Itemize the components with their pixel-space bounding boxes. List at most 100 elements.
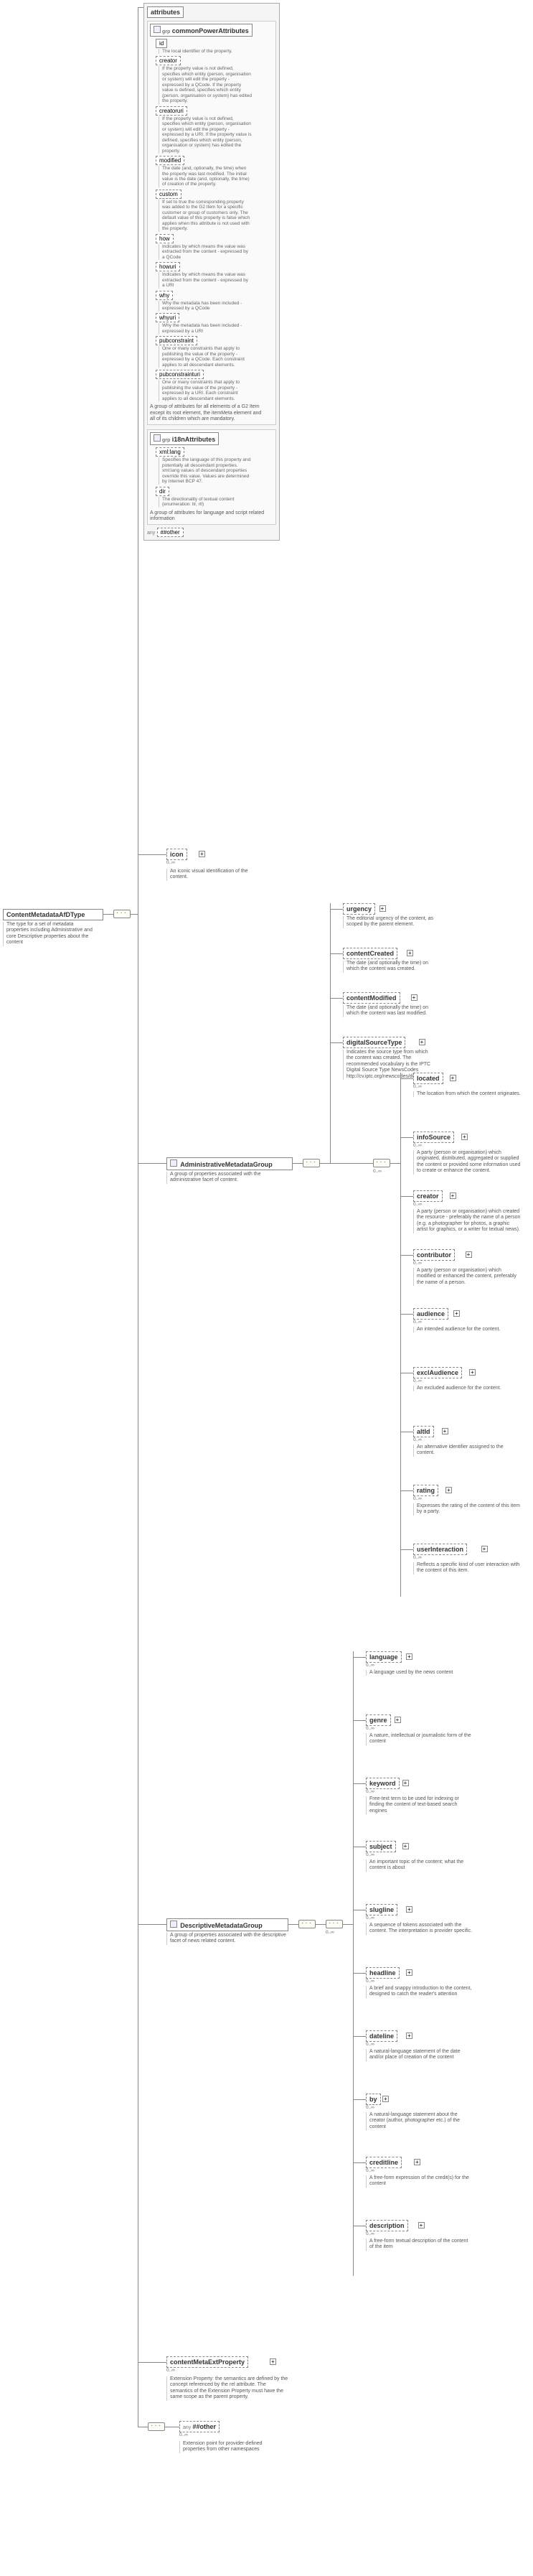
item-range: 0..∞ xyxy=(366,1789,374,1794)
expand-icon[interactable]: + xyxy=(442,1428,448,1434)
attr-desc: One or many constraints that apply to pu… xyxy=(159,346,252,368)
expand-icon[interactable]: + xyxy=(466,1251,472,1258)
wire xyxy=(400,1073,401,1597)
desc-item-genre: genre xyxy=(366,1714,391,1726)
desc-group-node: DescriptiveMetadataGroup xyxy=(166,1918,288,1931)
admin-group-node: AdministrativeMetadataGroup xyxy=(166,1157,293,1170)
admin-name: AdministrativeMetadataGroup xyxy=(180,1161,273,1168)
item-desc: Reflects a specific kind of user interac… xyxy=(413,1562,521,1574)
expand-icon[interactable]: + xyxy=(270,2358,276,2365)
group-icon xyxy=(170,1921,177,1928)
expand-icon[interactable]: + xyxy=(414,2159,420,2165)
expand-icon[interactable]: + xyxy=(450,1193,456,1199)
wire xyxy=(353,1651,354,2276)
seq-marker-desc xyxy=(298,1920,316,1928)
item-desc: A brief and snappy introduction to the c… xyxy=(366,1986,473,1998)
attr-xml:lang: xml:langSpecifies the language of this p… xyxy=(156,447,273,484)
desc-item-keyword: keyword xyxy=(366,1778,400,1789)
attr-creatoruri: creatoruriIf the property value is not d… xyxy=(156,106,273,154)
expand-icon[interactable]: + xyxy=(379,905,386,912)
expand-icon[interactable]: + xyxy=(406,1969,412,1976)
wire xyxy=(330,909,343,910)
wire xyxy=(353,1720,366,1721)
desc-item-slugline: slugline xyxy=(366,1904,397,1915)
attr-name: howuri xyxy=(156,262,180,271)
expand-icon[interactable]: + xyxy=(481,1546,488,1552)
wire xyxy=(320,1163,330,1164)
seq-marker-root xyxy=(113,910,131,918)
admin-item-digitalSourceType: digitalSourceType xyxy=(343,1037,405,1048)
desc-item-headline: headline xyxy=(366,1967,400,1979)
expand-icon[interactable]: + xyxy=(419,1039,425,1045)
admin-item-audience: audience xyxy=(413,1308,448,1320)
expand-icon[interactable]: + xyxy=(406,1906,412,1913)
expand-icon[interactable]: + xyxy=(453,1310,460,1317)
item-desc: A party (person or organisation) which o… xyxy=(413,1150,521,1175)
wire xyxy=(103,914,113,915)
desc2-range: 0..∞ xyxy=(326,1930,334,1935)
attr-desc: Indicates by which means the value was e… xyxy=(159,244,252,260)
item-name: contributor xyxy=(417,1251,451,1259)
attr-other: any ##other xyxy=(147,528,276,537)
expand-icon[interactable]: + xyxy=(445,1487,452,1493)
group-icon xyxy=(170,1159,177,1167)
ext-range: 0..∞ xyxy=(166,2368,175,2373)
item-name: exclAudience xyxy=(417,1369,458,1376)
desc-item-description: description xyxy=(366,2220,408,2231)
expand-icon[interactable]: + xyxy=(395,1717,401,1723)
wire xyxy=(353,2099,366,2100)
expand-icon[interactable]: + xyxy=(469,1369,476,1376)
item-name: audience xyxy=(417,1310,445,1317)
wire xyxy=(400,1314,413,1315)
desc-item-creditline: creditline xyxy=(366,2157,402,2168)
attr-desc: The directionality of textual content (e… xyxy=(159,497,252,508)
attr-desc: If set to true the corresponding propert… xyxy=(159,200,252,232)
item-desc: A language used by the news content xyxy=(366,1670,453,1676)
item-name: userInteraction xyxy=(417,1546,463,1553)
attr-desc: The date (and, optionally, the time) whe… xyxy=(159,166,252,187)
icon-name: icon xyxy=(170,851,184,858)
admin-item-userInteraction: userInteraction xyxy=(413,1544,467,1555)
expand-icon[interactable]: + xyxy=(407,950,413,956)
item-desc: A natural-language statement about the c… xyxy=(366,2112,473,2130)
item-desc: An alternative identifier assigned to th… xyxy=(413,1445,521,1457)
root-desc: The type for a set of metadata propertie… xyxy=(3,922,96,946)
expand-icon[interactable]: + xyxy=(406,2033,412,2039)
expand-icon[interactable]: + xyxy=(450,1075,456,1081)
wire xyxy=(138,1924,166,1925)
admin-item-contributor: contributor xyxy=(413,1249,455,1261)
admin-item-creator: creator xyxy=(413,1190,443,1202)
grp-i18n-title: grp i18nAttributes xyxy=(150,432,219,445)
diagram-canvas: { "root": { "name": "ContentMetadataAfDT… xyxy=(0,0,533,2576)
expand-icon[interactable]: + xyxy=(199,851,205,857)
item-desc: The editorial urgency of the content, as… xyxy=(343,916,436,928)
attr-name: xml:lang xyxy=(156,447,184,457)
attr-desc: Why the metadata has been included - exp… xyxy=(159,301,252,312)
expand-icon[interactable]: + xyxy=(461,1134,468,1140)
item-desc: A party (person or organisation) which m… xyxy=(413,1268,521,1286)
attr-whyuri: whyuriWhy the metadata has been included… xyxy=(156,313,273,334)
desc-item-language: language xyxy=(366,1651,402,1663)
attr-name: pubconstraint xyxy=(156,336,197,345)
expand-icon[interactable]: + xyxy=(402,1843,409,1849)
expand-icon[interactable]: + xyxy=(406,1653,412,1660)
expand-icon[interactable]: + xyxy=(418,2222,425,2229)
attributes-box: attributes grp commonPowerAttributes idT… xyxy=(143,3,280,541)
item-range: 0..∞ xyxy=(413,1202,422,1207)
expand-icon[interactable]: + xyxy=(402,1780,409,1786)
admin-item-contentModified: contentModified xyxy=(343,992,400,1004)
attr-pubconstraint: pubconstraintOne or many constraints tha… xyxy=(156,336,273,368)
item-desc: A free-form textual description of the c… xyxy=(366,2239,473,2251)
attr-why: whyWhy the metadata has been included - … xyxy=(156,291,273,312)
wire xyxy=(330,1163,373,1164)
item-range: 0..∞ xyxy=(413,1555,422,1560)
wire xyxy=(330,1042,343,1043)
seq-marker-admin2 xyxy=(373,1159,390,1167)
desc-item-subject: subject xyxy=(366,1841,396,1852)
item-desc: An intended audience for the content. xyxy=(413,1327,500,1333)
item-desc: A party (person or organisation) which c… xyxy=(413,1209,521,1233)
expand-icon[interactable]: + xyxy=(382,2096,389,2102)
expand-icon[interactable]: + xyxy=(411,994,418,1001)
wire xyxy=(400,1490,413,1491)
wire xyxy=(400,1137,413,1138)
